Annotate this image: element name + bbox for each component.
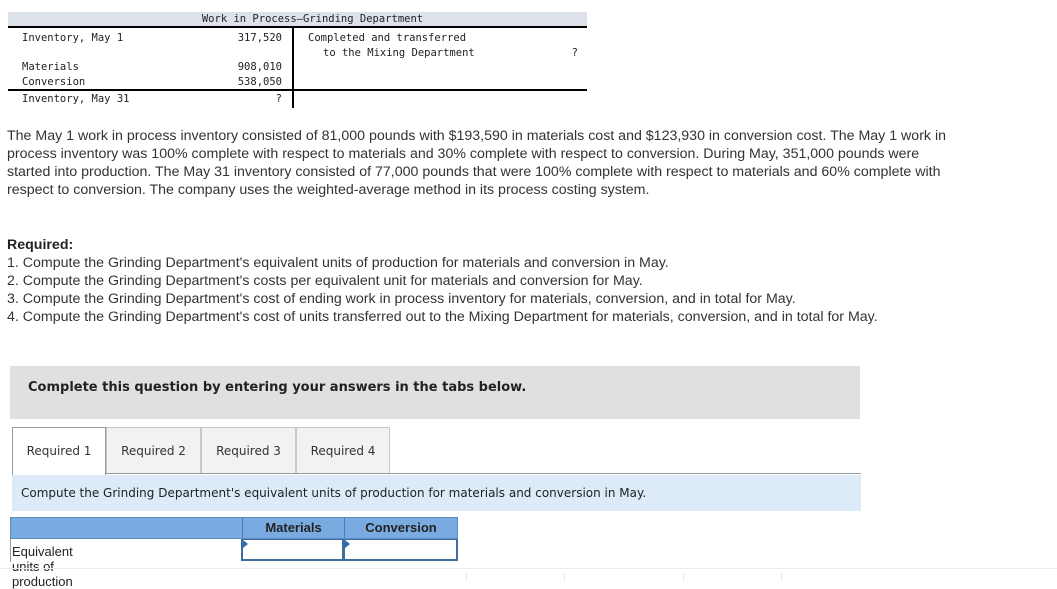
debit-row-inventory-may-1: Inventory, May 1 317,520	[22, 31, 282, 45]
row-left-border	[10, 539, 11, 562]
debit-row-conversion: Conversion 538,050	[22, 75, 282, 89]
tab-required-4[interactable]: Required 4	[296, 427, 390, 473]
t-account: Work in Process—Grinding Department Inve…	[8, 12, 587, 108]
required-section: Required: 1. Compute the Grinding Depart…	[7, 236, 952, 326]
t-account-vertical-divider	[292, 28, 294, 108]
problem-paragraph: The May 1 work in process inventory cons…	[7, 128, 946, 198]
credit-label-line-1: Completed and transferred	[308, 32, 467, 44]
ending-inventory-value: ?	[275, 93, 282, 105]
required-item-2: 2. Compute the Grinding Department's cos…	[7, 273, 643, 289]
header-blank	[11, 518, 242, 538]
tab-prompt: Compute the Grinding Department's equiva…	[12, 475, 861, 511]
required-item-1: 1. Compute the Grinding Department's equ…	[7, 255, 669, 271]
debit-row-materials: Materials 908,010	[22, 60, 282, 74]
ending-inventory-label: Inventory, May 31	[22, 93, 130, 105]
instruction-banner: Complete this question by entering your …	[10, 366, 860, 419]
row-label-equivalent-units: Equivalent units of production	[12, 544, 73, 589]
debit-value: 317,520	[237, 32, 282, 44]
required-item-4: 4. Compute the Grinding Department's cos…	[7, 309, 878, 325]
tab-prompt-text: Compute the Grinding Department's equiva…	[21, 486, 647, 500]
t-account-body: Inventory, May 1 317,520 Materials 908,0…	[8, 28, 587, 108]
input-flag-icon	[243, 540, 248, 548]
answer-table-header: Materials Conversion	[10, 517, 458, 539]
required-item-3: 3. Compute the Grinding Department's cos…	[7, 291, 796, 307]
t-account-title: Work in Process—Grinding Department	[8, 12, 587, 28]
required-heading: Required:	[7, 237, 74, 253]
tab-required-1[interactable]: Required 1	[12, 427, 106, 475]
footer-tick	[683, 573, 684, 581]
footer-tick	[781, 573, 782, 581]
footer-tick	[466, 573, 467, 581]
credit-value: ?	[571, 47, 578, 59]
tab-required-3[interactable]: Required 3	[201, 427, 296, 473]
materials-equivalent-units-input[interactable]	[241, 539, 344, 561]
debit-label: Inventory, May 1	[22, 32, 124, 44]
header-materials: Materials	[265, 520, 322, 535]
conversion-equivalent-units-input[interactable]	[343, 539, 458, 561]
debit-label: Materials	[22, 61, 79, 73]
credit-label-line-2: to the Mixing Department	[323, 47, 475, 59]
ending-inventory-row: Inventory, May 31 ?	[22, 92, 282, 106]
footer-tick	[564, 573, 565, 581]
tab-bar-underline	[12, 473, 861, 474]
input-flag-icon	[345, 540, 350, 548]
instruction-text: Complete this question by entering your …	[28, 380, 527, 395]
debit-label: Conversion	[22, 76, 86, 88]
t-account-horizontal-divider	[8, 89, 587, 91]
debit-value: 908,010	[237, 61, 282, 73]
header-conversion: Conversion	[365, 520, 437, 535]
tab-required-2[interactable]: Required 2	[106, 427, 201, 473]
footer-divider	[0, 568, 1057, 569]
debit-value: 538,050	[237, 76, 282, 88]
credit-entry: Completed and transferred to the Mixing …	[308, 31, 578, 61]
